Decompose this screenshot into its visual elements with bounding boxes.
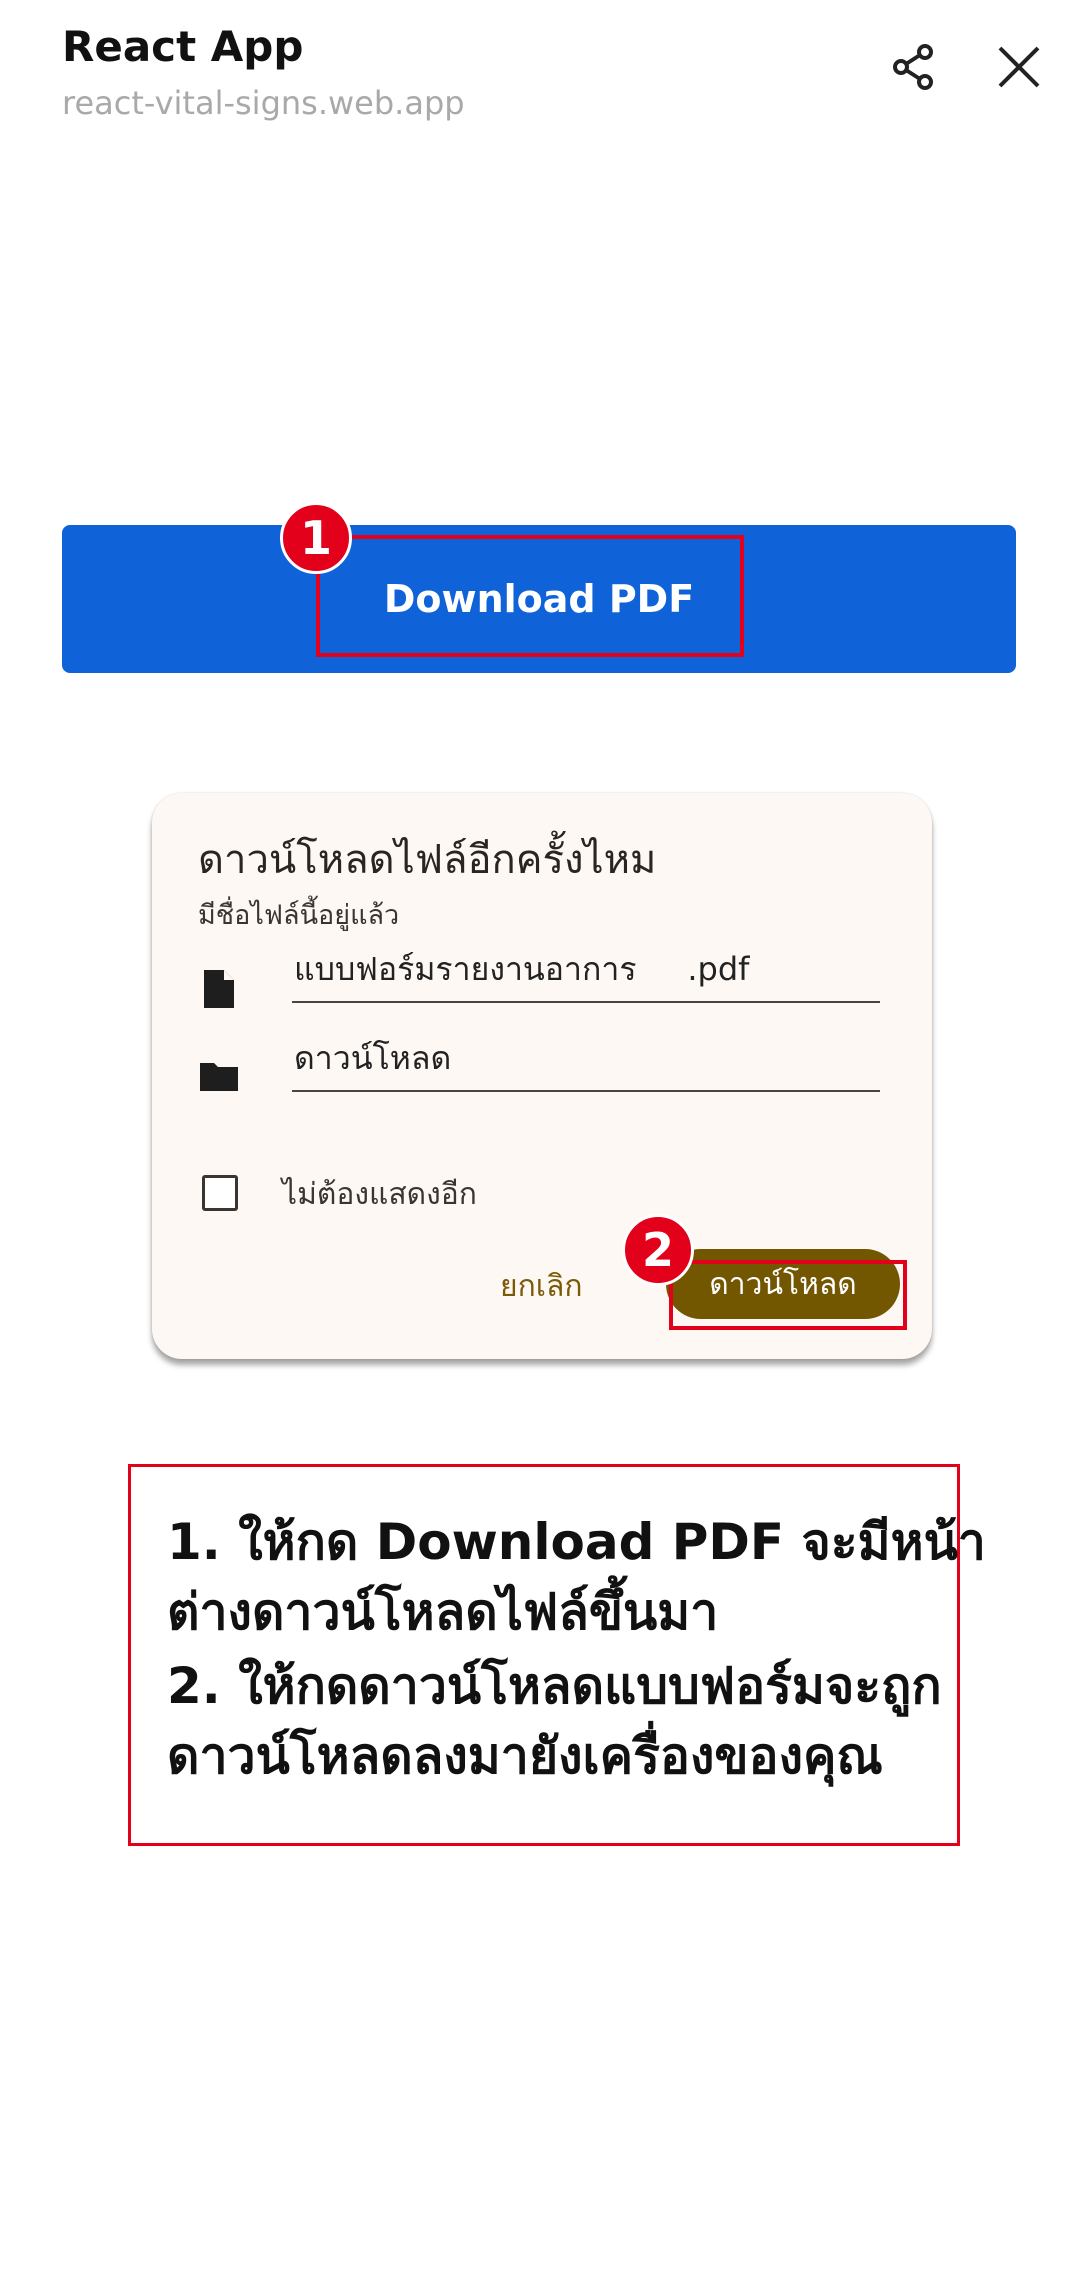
dont-show-again-checkbox[interactable]	[202, 1175, 238, 1211]
folder-field[interactable]: ดาวน์โหลด	[292, 1036, 880, 1092]
cancel-button[interactable]: ยกเลิก	[500, 1263, 583, 1310]
folder-icon	[200, 1063, 238, 1091]
share-button[interactable]	[885, 38, 943, 96]
highlight-box-1	[316, 535, 744, 657]
instruction-line-1: 1. ให้กด Download PDF จะมีหน้า	[167, 1513, 986, 1571]
step-badge-1: 1	[280, 502, 352, 574]
dont-show-again-label: ไม่ต้องแสดงอีก	[282, 1177, 477, 1212]
dialog-title: ดาวน์โหลดไฟล์อีกครั้งไหม	[198, 837, 657, 883]
app-title: React App	[62, 22, 304, 71]
app-url: react-vital-signs.web.app	[62, 84, 465, 122]
step-badge-2: 2	[622, 1214, 694, 1286]
close-icon	[998, 46, 1040, 88]
instructions-box: 1. ให้กด Download PDF จะมีหน้า ต่างดาวน์…	[128, 1464, 986, 1846]
instruction-line-3: 2. ให้กดดาวน์โหลดแบบฟอร์มจะถูก	[167, 1657, 942, 1715]
filename-field[interactable]: แบบฟอร์มรายงานอาการ .pdf	[292, 947, 880, 1003]
share-icon	[893, 44, 933, 90]
dialog-subtitle: มีชื่อไฟล์นี้อยู่แล้ว	[198, 900, 400, 931]
folder-value: ดาวน์โหลด	[294, 1039, 452, 1077]
close-button[interactable]	[990, 38, 1048, 96]
filename-value: แบบฟอร์มรายงานอาการ .pdf	[294, 950, 750, 988]
instruction-line-2: ต่างดาวน์โหลดไฟล์ขึ้นมา	[167, 1583, 719, 1641]
highlight-box-2	[669, 1260, 907, 1330]
instruction-line-4: ดาวน์โหลดลงมายังเครื่องของคุณ	[167, 1727, 883, 1785]
file-icon	[204, 970, 234, 1008]
